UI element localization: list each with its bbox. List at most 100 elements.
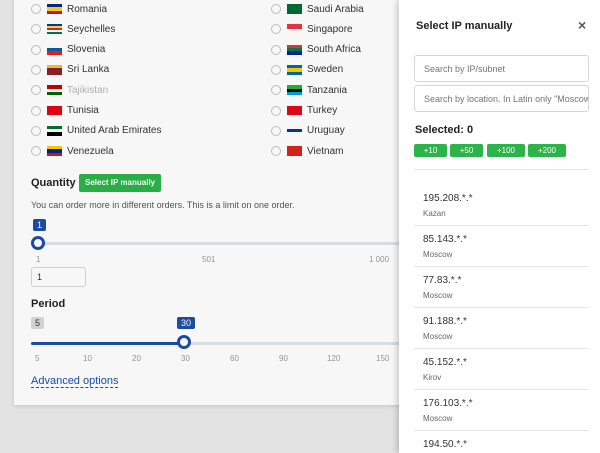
search-ip-input[interactable]	[414, 55, 589, 82]
country-name: Sri Lanka	[67, 64, 110, 76]
ip-location: Moscow	[423, 250, 453, 259]
radio-button[interactable]	[271, 44, 281, 55]
country-option[interactable]: Vietnam	[271, 143, 344, 159]
flag-icon	[47, 146, 62, 157]
country-option[interactable]: Seychelles	[31, 21, 115, 37]
flag-icon	[287, 125, 302, 136]
divider	[414, 389, 589, 390]
quantity-slider-track[interactable]	[38, 242, 400, 245]
select-ip-panel: Select IP manually × Selected: 0 +10 +50…	[399, 0, 600, 453]
country-option[interactable]: United Arab Emirates	[31, 123, 162, 139]
radio-button[interactable]	[271, 24, 281, 35]
radio-button[interactable]	[271, 64, 281, 75]
country-option[interactable]: Saudi Arabia	[271, 1, 364, 17]
radio-button[interactable]	[271, 85, 281, 96]
ip-location: Moscow	[423, 332, 453, 341]
country-option[interactable]: Sweden	[271, 62, 343, 78]
country-name: Singapore	[307, 23, 353, 35]
period-tick: 60	[230, 354, 239, 363]
ip-address[interactable]: 194.50.*.*	[423, 439, 467, 450]
period-value-bubble: 30	[177, 317, 196, 329]
divider	[414, 169, 589, 170]
radio-button[interactable]	[271, 105, 281, 116]
add-10-button[interactable]: +10	[414, 144, 447, 157]
quantity-input[interactable]: 1	[31, 267, 86, 287]
country-option[interactable]: Romania	[31, 1, 107, 17]
country-name: Uruguay	[307, 125, 345, 137]
period-min-badge: 5	[31, 317, 45, 329]
quantity-value-bubble: 1	[33, 219, 47, 231]
divider	[414, 266, 589, 267]
country-option[interactable]: Singapore	[271, 21, 353, 37]
country-option[interactable]: Venezuela	[31, 143, 114, 159]
country-name: Tajikistan	[67, 84, 109, 96]
ip-location: Kazan	[423, 209, 446, 218]
country-option[interactable]: Tunisia	[31, 103, 99, 119]
period-slider-handle[interactable]	[177, 335, 191, 349]
divider	[414, 348, 589, 349]
panel-title: Select IP manually	[416, 20, 513, 32]
radio-button[interactable]	[31, 44, 41, 55]
country-option[interactable]: Turkey	[271, 103, 337, 119]
radio-button[interactable]	[271, 125, 281, 136]
flag-icon	[287, 44, 302, 55]
period-tick: 150	[376, 354, 390, 363]
quantity-label: Quantity	[31, 177, 76, 189]
period-tick: 30	[181, 354, 190, 363]
add-200-button[interactable]: +200	[528, 144, 566, 157]
radio-button[interactable]	[31, 105, 41, 116]
radio-button[interactable]	[31, 64, 41, 75]
country-name: Tunisia	[67, 105, 99, 116]
close-icon[interactable]: ×	[578, 17, 586, 33]
select-ip-manually-button[interactable]: Select IP manually	[79, 174, 162, 192]
country-option[interactable]: South Africa	[271, 42, 361, 58]
country-name: Slovenia	[67, 44, 106, 56]
ip-address[interactable]: 91.188.*.*	[423, 316, 467, 327]
radio-button[interactable]	[31, 85, 41, 96]
flag-icon	[47, 85, 62, 96]
divider	[414, 307, 589, 308]
selected-count: Selected: 0	[415, 124, 474, 136]
flag-icon	[47, 125, 62, 136]
country-name: Saudi Arabia	[307, 3, 364, 15]
flag-icon	[47, 4, 62, 14]
flag-icon	[287, 85, 302, 96]
ip-address[interactable]: 195.208.*.*	[423, 193, 473, 204]
country-name: Venezuela	[67, 145, 114, 157]
ip-address[interactable]: 85.143.*.*	[423, 234, 467, 245]
flag-icon	[287, 64, 302, 75]
period-tick: 20	[132, 354, 141, 363]
advanced-options-link[interactable]: Advanced options	[31, 375, 119, 388]
country-option[interactable]: Tajikistan	[31, 82, 108, 98]
radio-button[interactable]	[31, 24, 41, 35]
country-option[interactable]: Sri Lanka	[31, 62, 109, 78]
ip-address[interactable]: 176.103.*.*	[423, 398, 473, 409]
ip-address[interactable]: 45.152.*.*	[423, 357, 467, 368]
search-location-input[interactable]	[414, 85, 589, 112]
radio-button[interactable]	[31, 146, 41, 157]
quantity-slider-handle[interactable]	[31, 236, 45, 250]
add-50-button[interactable]: +50	[450, 144, 483, 157]
radio-button[interactable]	[31, 4, 41, 14]
quantity-tick: 501	[202, 255, 216, 264]
country-name: Seychelles	[67, 23, 116, 35]
radio-button[interactable]	[31, 125, 41, 136]
country-option[interactable]: Uruguay	[271, 123, 345, 139]
ip-address[interactable]: 77.83.*.*	[423, 275, 461, 286]
quantity-tick: 1	[36, 255, 41, 264]
ip-location: Moscow	[423, 291, 453, 300]
country-name: Turkey	[307, 105, 338, 116]
ip-location: Kirov	[423, 373, 442, 382]
country-name: South Africa	[307, 44, 361, 56]
flag-icon	[287, 24, 302, 35]
flag-icon	[287, 146, 302, 157]
country-name: Romania	[67, 3, 108, 15]
add-100-button[interactable]: +100	[487, 144, 525, 157]
divider	[414, 430, 589, 431]
country-option[interactable]: Tanzania	[271, 82, 347, 98]
period-tick: 120	[327, 354, 341, 363]
radio-button[interactable]	[271, 146, 281, 157]
country-option[interactable]: Slovenia	[31, 42, 105, 58]
radio-button[interactable]	[271, 4, 281, 14]
country-name: Vietnam	[307, 145, 344, 157]
